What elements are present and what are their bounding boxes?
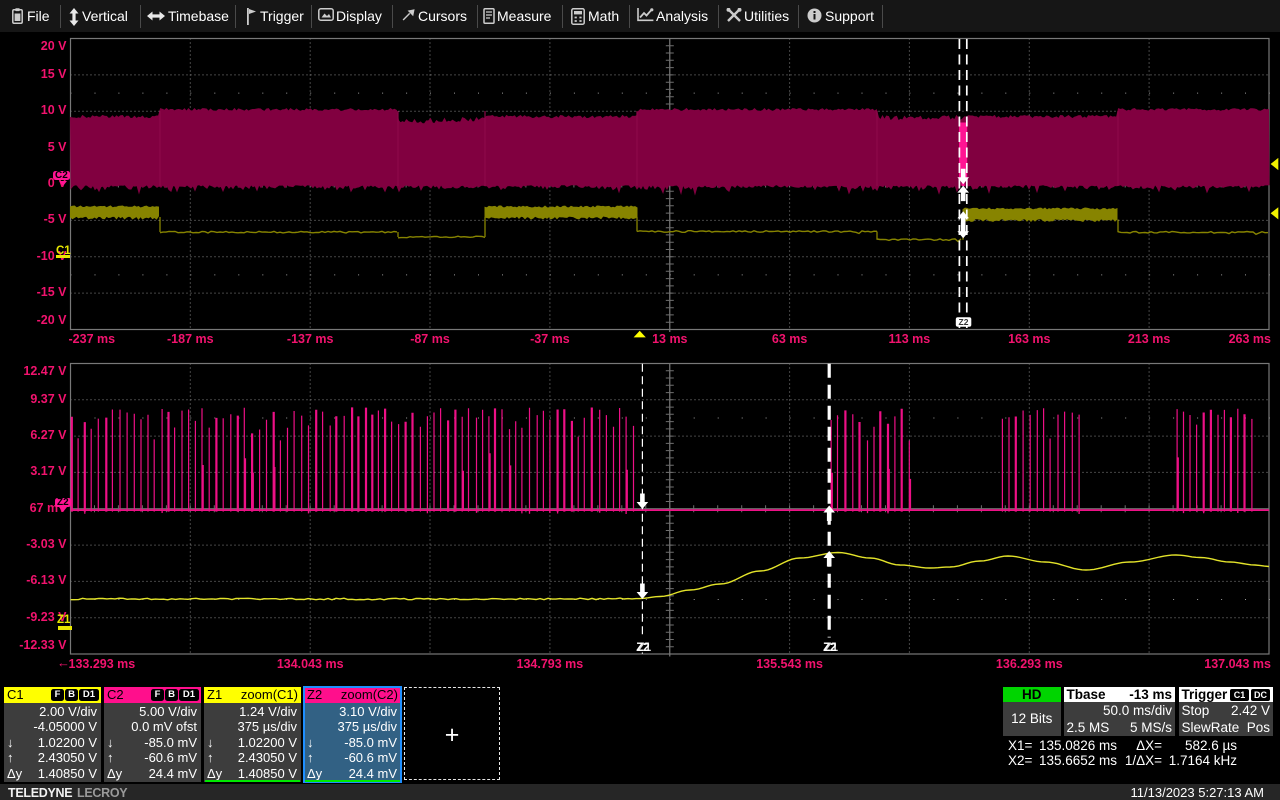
svg-text:Z1: Z1 [825,642,839,654]
svg-text:Z1: Z1 [638,642,652,654]
svg-text:Z2: Z2 [959,317,969,327]
